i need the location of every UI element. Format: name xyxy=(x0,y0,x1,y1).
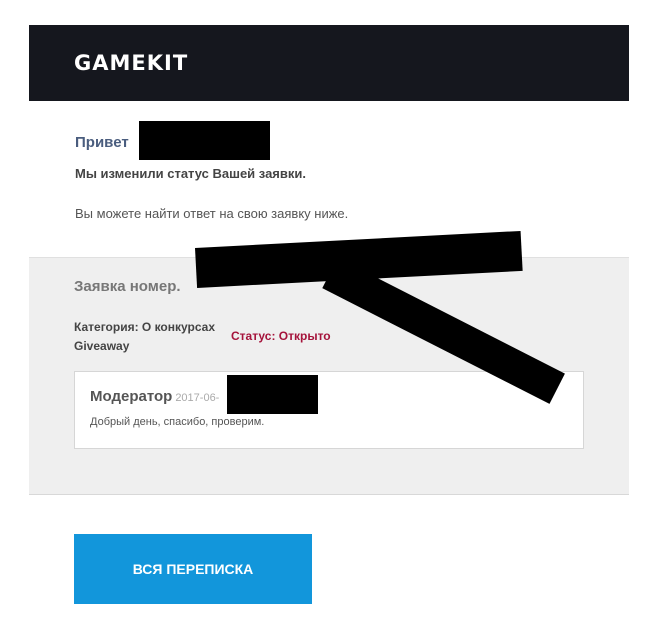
find-answer-message: Вы можете найти ответ на свою заявку ниж… xyxy=(75,206,349,221)
ticket-number-title: Заявка номер. xyxy=(74,278,181,295)
redacted-username xyxy=(139,121,270,160)
ticket-category: Категория: О конкурсах Giveaway xyxy=(74,320,216,353)
all-correspondence-button[interactable]: ВСЯ ПЕРЕПИСКА xyxy=(74,534,312,604)
ticket-status: Статус: Открыто xyxy=(231,329,331,343)
reply-text: Добрый день, спасибо, проверим. xyxy=(90,416,265,428)
status-changed-message: Мы изменили статус Вашей заявки. xyxy=(75,166,306,181)
reply-date: 2017-06- xyxy=(175,392,220,404)
gamekit-logo: GAMEKIT xyxy=(74,51,189,75)
email-header: GAMEKIT xyxy=(29,25,629,101)
reply-author: Модератор xyxy=(90,388,173,405)
redacted-reply-date xyxy=(227,375,318,414)
greeting: Привет xyxy=(75,134,129,151)
